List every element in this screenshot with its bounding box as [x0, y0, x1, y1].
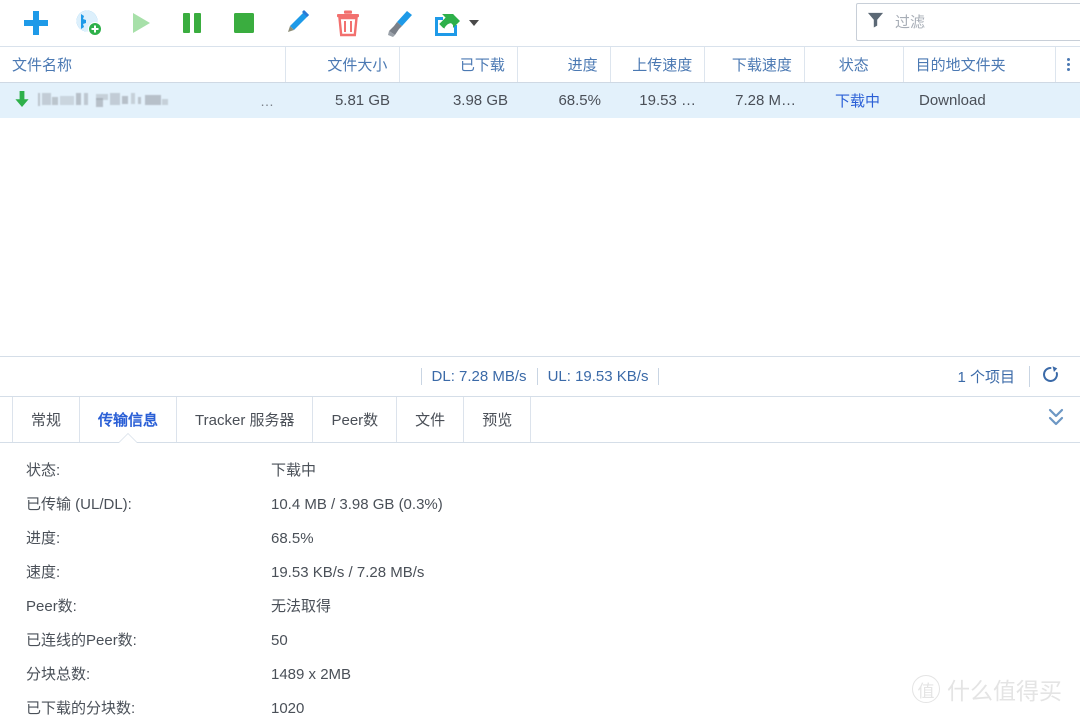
transfer-info-panel: 状态: 下载中 已传输 (UL/DL): 10.4 MB / 3.98 GB (…	[0, 443, 1080, 720]
table-body: … 5.81 GB 3.98 GB 68.5% 19.53 … 7.28 M… …	[0, 83, 1080, 356]
detail-value-transferred: 10.4 MB / 3.98 GB (0.3%)	[271, 496, 443, 513]
edit-button[interactable]	[270, 1, 322, 45]
table-row[interactable]: … 5.81 GB 3.98 GB 68.5% 19.53 … 7.28 M… …	[0, 83, 1080, 118]
detail-label-connected-peers: 已连线的Peer数:	[26, 632, 137, 649]
share-dropdown-arrow-icon[interactable]	[469, 20, 479, 26]
vertical-dots-icon	[1066, 58, 1070, 71]
cell-upload-speed: 19.53 …	[639, 92, 696, 109]
tab-peers[interactable]: Peer数	[313, 397, 398, 442]
detail-label-status: 状态:	[26, 462, 61, 479]
add-url-button[interactable]	[62, 1, 114, 45]
file-name-ellipsis: …	[260, 92, 275, 109]
detail-label-downloaded-pieces: 已下载的分块数:	[26, 700, 136, 717]
download-rate: DL: 7.28 MB/s	[420, 368, 538, 385]
detail-label-transferred: 已传输 (UL/DL):	[26, 496, 132, 513]
cell-size: 5.81 GB	[334, 92, 390, 109]
column-header-destination[interactable]: 目的地文件夹	[904, 47, 1056, 82]
detail-row: 进度: 68.5%	[26, 527, 1080, 561]
detail-value-peers: 无法取得	[271, 598, 332, 615]
table-header-row: 文件名称 文件大小 已下载 进度 上传速度 下载速度 状态 目的地文件夹	[0, 47, 1080, 83]
cell-file-name: …	[0, 83, 287, 118]
delete-button[interactable]	[322, 1, 374, 45]
upload-rate: UL: 19.53 KB/s	[538, 368, 660, 385]
detail-label-peers: Peer数:	[26, 598, 77, 615]
play-icon	[125, 8, 155, 38]
share-icon	[426, 1, 466, 45]
toolbar	[0, 0, 1080, 46]
detail-row: 已下载的分块数: 1020	[26, 697, 1080, 720]
column-header-status[interactable]: 状态	[805, 47, 904, 82]
detail-value-speed: 19.53 KB/s / 7.28 MB/s	[271, 564, 425, 581]
transfer-rates: DL: 7.28 MB/s UL: 19.53 KB/s	[0, 368, 1080, 385]
column-options-menu-button[interactable]	[1056, 47, 1080, 82]
detail-row: 已传输 (UL/DL): 10.4 MB / 3.98 GB (0.3%)	[26, 493, 1080, 527]
stop-icon	[229, 8, 259, 38]
detail-tabbar: 常规 传输信息 Tracker 服务器 Peer数 文件 预览	[0, 397, 1080, 443]
detail-label-total-pieces: 分块总数:	[26, 666, 91, 683]
delete-icon	[333, 8, 363, 38]
stop-button[interactable]	[218, 1, 270, 45]
tab-general[interactable]: 常规	[12, 397, 81, 442]
column-header-progress[interactable]: 进度	[518, 47, 611, 82]
detail-value-total-pieces: 1489 x 2MB	[271, 666, 352, 683]
detail-row: 速度: 19.53 KB/s / 7.28 MB/s	[26, 561, 1080, 595]
cell-downloaded: 3.98 GB	[452, 92, 508, 109]
tab-tracker-server[interactable]: Tracker 服务器	[177, 397, 314, 442]
cell-progress: 68.5%	[558, 92, 601, 109]
detail-row: 分块总数: 1489 x 2MB	[26, 663, 1080, 697]
detail-row: Peer数: 无法取得	[26, 595, 1080, 629]
filter-funnel-icon	[867, 11, 884, 33]
clean-button[interactable]	[374, 1, 426, 45]
detail-value-connected-peers: 50	[271, 632, 288, 649]
filter-box[interactable]	[856, 3, 1080, 41]
chevron-double-down-icon	[1046, 406, 1066, 433]
start-button[interactable]	[114, 1, 166, 45]
add-url-icon	[73, 8, 103, 38]
tab-list: 常规 传输信息 Tracker 服务器 Peer数 文件 预览	[0, 397, 532, 443]
tab-files[interactable]: 文件	[397, 397, 465, 442]
tab-preview[interactable]: 预览	[464, 397, 532, 442]
detail-row: 状态: 下载中	[26, 459, 1080, 493]
column-header-upload-speed[interactable]: 上传速度	[611, 47, 706, 82]
edit-icon	[280, 8, 312, 38]
detail-value-downloaded-pieces: 1020	[271, 700, 305, 717]
status-bar: DL: 7.28 MB/s UL: 19.53 KB/s 1 个项目	[0, 356, 1080, 397]
clean-icon	[385, 8, 415, 38]
detail-row: 已连线的Peer数: 50	[26, 629, 1080, 663]
cell-download-speed: 7.28 M…	[735, 92, 796, 109]
detail-label-progress: 进度:	[26, 530, 61, 547]
column-header-name[interactable]: 文件名称	[0, 47, 286, 82]
cell-status: 下载中	[834, 93, 880, 110]
add-task-button[interactable]	[10, 1, 62, 45]
task-table: 文件名称 文件大小 已下载 进度 上传速度 下载速度 状态 目的地文件夹 … 5…	[0, 46, 1080, 356]
collapse-panel-button[interactable]	[1032, 397, 1080, 442]
download-station-window: 文件名称 文件大小 已下载 进度 上传速度 下载速度 状态 目的地文件夹	[0, 0, 1080, 720]
share-button[interactable]	[426, 1, 479, 45]
pause-icon	[177, 8, 207, 38]
detail-value-status: 下载中	[271, 462, 317, 479]
column-header-downloaded[interactable]: 已下载	[400, 47, 518, 82]
detail-value-progress: 68.5%	[271, 530, 314, 547]
active-tab-caret-icon	[119, 434, 138, 443]
column-header-size[interactable]: 文件大小	[286, 47, 401, 82]
detail-label-speed: 速度:	[26, 564, 61, 581]
add-task-icon	[21, 8, 51, 38]
cell-destination: Download	[919, 92, 986, 109]
redacted-file-name	[38, 93, 252, 108]
download-arrow-icon	[14, 90, 30, 112]
column-header-download-speed[interactable]: 下载速度	[705, 47, 805, 82]
tab-transfer-info[interactable]: 传输信息	[80, 397, 178, 443]
pause-button[interactable]	[166, 1, 218, 45]
filter-input[interactable]	[893, 4, 1080, 40]
